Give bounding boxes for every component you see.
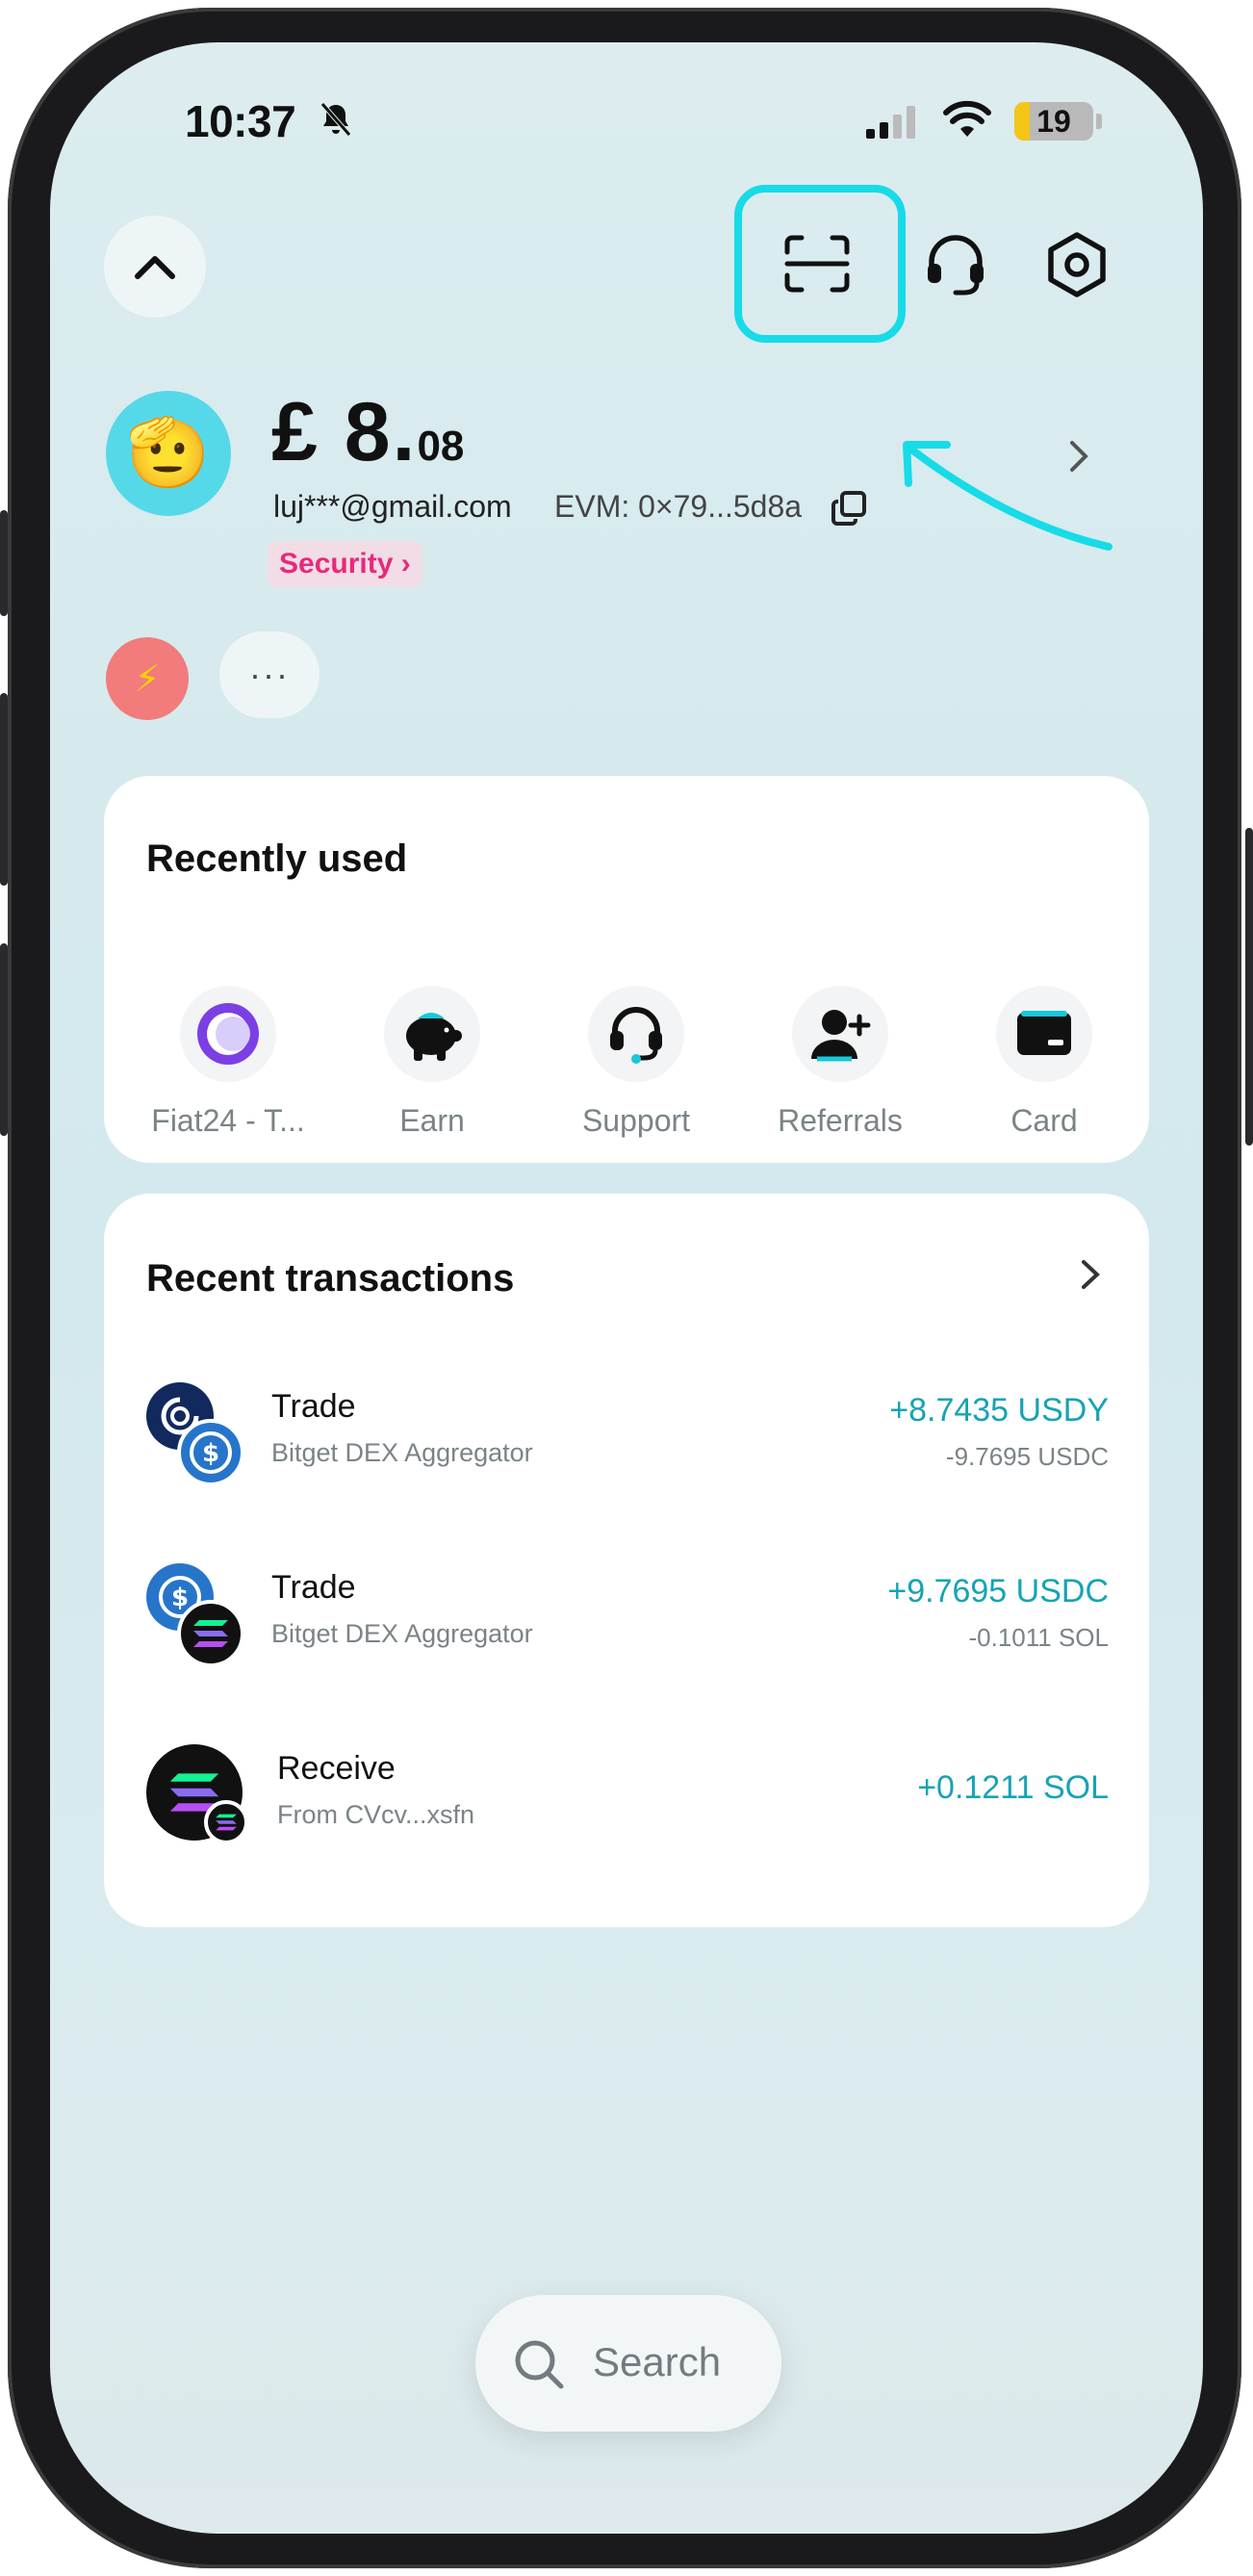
status-time: 10:37 — [185, 96, 296, 146]
recent-item-earn[interactable]: Earn — [350, 986, 514, 1139]
avatar[interactable]: 🫡 — [106, 391, 231, 516]
transaction-secondary-amount: -9.7695 USDC — [945, 1442, 1109, 1471]
recent-item-label: Support — [581, 1103, 691, 1138]
transaction-row[interactable]: $ Trade Bitget DEX Aggregator +8.7435 US… — [146, 1382, 1109, 1498]
volume-up-button — [0, 693, 8, 886]
cell-signal-icon — [866, 106, 915, 139]
battery-tip — [1096, 114, 1102, 129]
transaction-amount: +9.7695 USDC — [887, 1573, 1109, 1610]
balance-cents: 08 — [417, 423, 465, 470]
volume-down-button — [0, 943, 8, 1136]
lightning-icon: ⚡ — [134, 658, 161, 700]
transaction-title: Trade — [271, 1388, 356, 1425]
recent-item-label: Earn — [399, 1103, 465, 1138]
recent-item-label: Fiat24 - T... — [151, 1103, 305, 1138]
phone-device: 10:37 19 🫡 £ 8.08 luj***@gmail.com EVM: … — [0, 0, 1253, 2576]
transaction-amount: +0.1211 SOL — [917, 1769, 1109, 1806]
fiat24-icon — [180, 986, 276, 1082]
lightning-button[interactable]: ⚡ — [106, 637, 189, 720]
more-icon: ··· — [249, 655, 290, 694]
settings-icon[interactable] — [1043, 231, 1111, 298]
app-screen: 10:37 19 🫡 £ 8.08 luj***@gmail.com EVM: … — [50, 42, 1203, 2534]
account-email: luj***@gmail.com — [273, 489, 512, 524]
side-button — [0, 510, 8, 616]
battery-indicator: 19 — [1014, 102, 1093, 141]
recent-item-card[interactable]: Card — [962, 986, 1126, 1139]
balance-main: £ 8. — [271, 386, 418, 478]
add-user-icon — [792, 986, 888, 1082]
collapse-button[interactable] — [104, 216, 206, 318]
transaction-amount: +8.7435 USDY — [889, 1392, 1109, 1429]
recent-item-label: Card — [1010, 1103, 1078, 1138]
annotation-arrow-icon — [903, 441, 1112, 551]
recent-transactions-title: Recent transactions — [146, 1257, 515, 1300]
search-button[interactable]: Search — [475, 2295, 781, 2432]
transaction-title: Trade — [271, 1569, 356, 1606]
transaction-row[interactable]: $ Trade Bitget DEX Aggregator +9.7695 US… — [146, 1563, 1109, 1679]
svg-text:$: $ — [171, 1584, 189, 1612]
wifi-icon — [943, 100, 991, 137]
sol-icon — [177, 1600, 244, 1667]
usdc-icon: $ — [177, 1419, 244, 1486]
token-pair-icons: $ — [146, 1563, 252, 1669]
battery-level: 19 — [1036, 104, 1071, 139]
recently-used-card: Recently used Fiat24 - T... Earn Support… — [104, 776, 1149, 1163]
search-icon — [515, 2340, 564, 2389]
scan-icon[interactable] — [783, 235, 851, 293]
recently-used-title: Recently used — [146, 837, 408, 880]
recent-item-label: Referrals — [778, 1103, 903, 1138]
piggy-bank-icon — [384, 986, 480, 1082]
transaction-secondary-amount: -0.1011 SOL — [968, 1623, 1109, 1652]
token-pair-icons: $ — [146, 1382, 252, 1488]
svg-text:$: $ — [202, 1439, 219, 1468]
chevron-up-icon — [135, 256, 175, 279]
chevron-right-icon[interactable] — [1078, 1257, 1103, 1292]
transaction-subtitle: Bitget DEX Aggregator — [271, 1438, 533, 1467]
headset-icon — [588, 986, 684, 1082]
avatar-emoji: 🫡 — [126, 415, 211, 490]
recent-transactions-card: Recent transactions $ Trade Bitget DEX A… — [104, 1194, 1149, 1927]
recent-item-referrals[interactable]: Referrals — [758, 986, 922, 1139]
transaction-row[interactable]: Receive From CVcv...xsfn +0.1211 SOL — [146, 1744, 1109, 1860]
transaction-title: Receive — [277, 1750, 396, 1787]
search-label: Search — [593, 2339, 722, 2384]
transaction-subtitle: From CVcv...xsfn — [277, 1800, 475, 1829]
balance: £ 8.08 — [271, 385, 464, 480]
chevron-right-icon: › — [400, 548, 411, 580]
recent-item-fiat24[interactable]: Fiat24 - T... — [146, 986, 310, 1139]
bell-muted-icon — [320, 102, 351, 137]
security-badge[interactable]: Security › — [268, 541, 422, 587]
sol-network-icon — [204, 1800, 248, 1844]
recent-item-support[interactable]: Support — [554, 986, 718, 1139]
headset-icon[interactable] — [922, 231, 989, 298]
security-label: Security — [279, 548, 394, 580]
card-icon — [996, 986, 1092, 1082]
copy-icon[interactable] — [830, 489, 868, 528]
power-button — [1245, 828, 1253, 1146]
transaction-subtitle: Bitget DEX Aggregator — [271, 1619, 533, 1648]
evm-address: EVM: 0×79...5d8a — [554, 489, 803, 524]
token-icons — [146, 1744, 252, 1850]
more-button[interactable]: ··· — [219, 631, 320, 718]
